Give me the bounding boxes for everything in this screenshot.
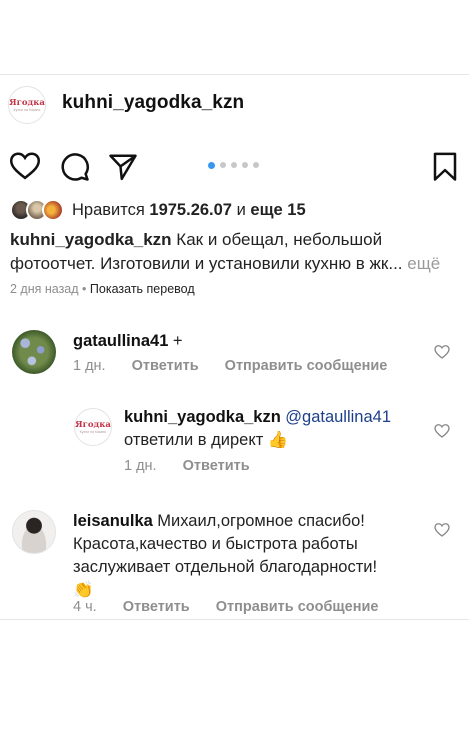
send-message-button[interactable]: Отправить сообщение	[216, 599, 379, 615]
bookmark-icon	[433, 152, 457, 181]
commenter-avatar[interactable]	[12, 330, 56, 374]
carousel-indicator	[208, 161, 259, 169]
brand-logo-text: Ягодка	[9, 98, 45, 108]
post-meta: 2 дня назад • Показать перевод	[10, 282, 195, 296]
comment-username[interactable]: leisanulka	[73, 512, 153, 530]
caption-username[interactable]: kuhni_yagodka_kzn	[10, 230, 172, 249]
translate-link[interactable]: Показать перевод	[90, 282, 195, 296]
carousel-dot	[242, 162, 248, 168]
comment-time: 1 дн.	[124, 458, 157, 474]
carousel-dot	[220, 162, 226, 168]
liker-avatar	[42, 199, 64, 221]
comment-username[interactable]: gataullina41	[73, 332, 168, 350]
likes-others[interactable]: еще 15	[250, 201, 305, 219]
reply-button[interactable]: Ответить	[132, 358, 199, 374]
brand-logo-subtext: Кухни на Казани	[13, 108, 41, 112]
mention-link[interactable]: @gataullina41	[285, 408, 391, 426]
meta-separator: •	[82, 282, 87, 296]
caption-more-link[interactable]: ещё	[407, 254, 440, 273]
post-author-username[interactable]: kuhni_yagodka_kzn	[62, 92, 244, 114]
heart-outline-icon[interactable]	[434, 522, 450, 538]
likes-joiner: и	[236, 200, 246, 219]
comment-text: ответили в директ	[124, 431, 264, 449]
clap-emoji: 👏	[73, 581, 94, 599]
comment-time: 4 ч.	[73, 599, 97, 615]
like-button[interactable]	[9, 152, 42, 184]
comment-meta: 4 ч. Ответить Отправить сообщение	[73, 599, 400, 615]
post-caption: kuhni_yagodka_kzn Как и обещал, небольшо…	[10, 228, 462, 276]
comment-item: leisanulka Михаил,огромное спасибо! Крас…	[73, 510, 418, 602]
heart-outline-icon[interactable]	[434, 423, 450, 439]
commenter-avatar[interactable]	[12, 510, 56, 554]
carousel-dot	[231, 162, 237, 168]
likes-prefix: Нравится	[72, 200, 145, 219]
reply-author-avatar[interactable]: Ягодка Кухни на Казани	[74, 408, 112, 446]
carousel-dot	[253, 162, 259, 168]
post-time: 2 дня назад	[10, 282, 79, 296]
comment-meta: 1 дн. Ответить Отправить сообщение	[73, 358, 409, 374]
comment-meta: 1 дн. Ответить	[124, 458, 272, 474]
comment-icon	[61, 153, 89, 181]
likes-text: Нравится 1975.26.07 и еще 15	[72, 201, 306, 220]
likes-row[interactable]: Нравится 1975.26.07 и еще 15	[10, 198, 306, 222]
reply-item: kuhni_yagodka_kzn @gataullina41 ответили…	[124, 406, 424, 452]
reply-button[interactable]: Ответить	[183, 458, 250, 474]
heart-icon	[9, 152, 41, 180]
save-button[interactable]	[432, 152, 464, 184]
thumbs-up-emoji: 👍	[267, 431, 289, 449]
comment-text: +	[172, 332, 183, 350]
brand-logo-subtext: Кухни на Казани	[79, 430, 107, 434]
reply-button[interactable]: Ответить	[123, 599, 190, 615]
comment-time: 1 дн.	[73, 358, 106, 374]
likes-user[interactable]: 1975.26.07	[149, 201, 232, 219]
send-icon	[109, 154, 137, 181]
comment-username[interactable]: kuhni_yagodka_kzn	[124, 408, 281, 426]
send-message-button[interactable]: Отправить сообщение	[225, 358, 388, 374]
comment-item: gataullina41 +	[73, 330, 182, 353]
brand-logo-text: Ягодка	[75, 420, 111, 430]
carousel-dot-active	[208, 161, 215, 169]
comment-button[interactable]	[60, 152, 92, 184]
heart-outline-icon[interactable]	[434, 344, 450, 360]
share-button[interactable]	[108, 152, 140, 184]
post-author-avatar[interactable]: Ягодка Кухни на Казани	[8, 86, 46, 124]
